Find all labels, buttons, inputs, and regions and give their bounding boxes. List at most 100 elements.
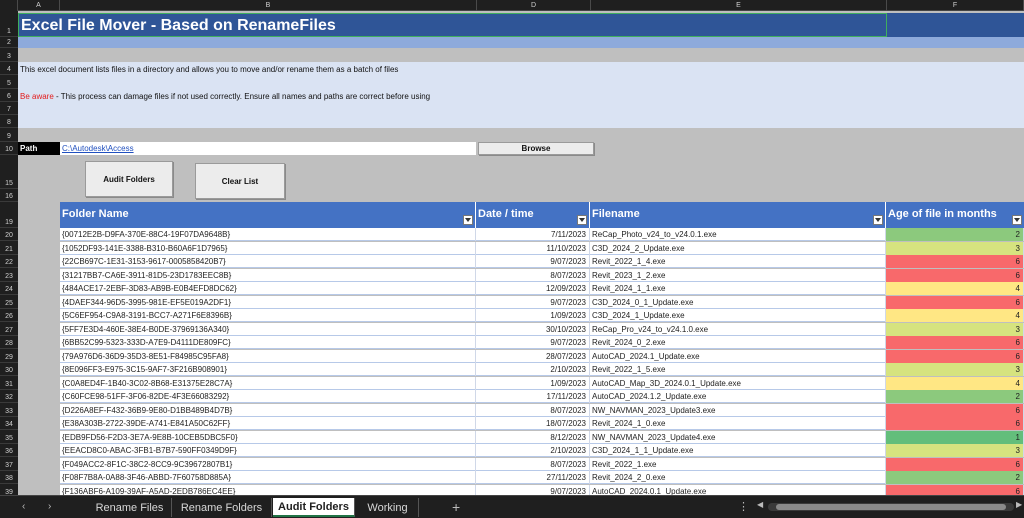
folder-name-cell[interactable]: {1052DF93-141E-3388-B310-B60A6F1D7965} [60,241,476,255]
tab-audit-folders[interactable]: Audit Folders [273,498,355,517]
folder-name-cell[interactable]: {00712E2B-D9FA-370E-88C4-19F07DA9648B} [60,228,476,241]
row-header[interactable]: 35 [0,431,18,444]
row-header[interactable]: 22 [0,255,18,268]
age-cell[interactable]: 3 [886,363,1024,376]
more-vertical-icon[interactable]: ⋮ [738,500,749,513]
tab-working[interactable]: Working [357,498,419,517]
folder-name-cell[interactable]: {6BB52C99-5323-333D-A7E9-D4111DE809FC} [60,336,476,349]
filter-dropdown-icon[interactable] [1012,215,1022,225]
column-header-a[interactable]: A [18,0,60,11]
filename-cell[interactable]: Revit_2024_0_2.exe [590,336,886,349]
row-header[interactable]: 32 [0,390,18,403]
column-header-f[interactable]: F [887,0,1024,11]
filename-cell[interactable]: AutoCAD_2024.1.2_Update.exe [590,390,886,403]
age-cell[interactable]: 1 [886,430,1024,444]
table-row[interactable]: {22CB697C-1E31-3153-9617-0005858420B7} 9/… [60,255,1024,268]
filename-cell[interactable]: Revit_2022_1_4.exe [590,255,886,268]
select-all-corner[interactable] [0,0,18,11]
filename-cell[interactable]: AutoCAD_2024.1_Update.exe [590,349,886,363]
filename-cell[interactable]: Revit_2023_1_2.exe [590,268,886,282]
row-header[interactable]: 25 [0,296,18,309]
folder-name-cell[interactable]: {5FF7E3D4-460E-38E4-B0DE-37969136A340} [60,322,476,336]
scroll-right-icon[interactable]: ▶ [1016,500,1022,509]
scroll-left-icon[interactable]: ◀ [757,500,763,509]
tab-rename-files[interactable]: Rename Files [88,498,172,517]
table-row[interactable]: {31217BB7-CA6E-3911-81D5-23D1783EEC8B} 8/… [60,268,1024,282]
table-row[interactable]: {E38A303B-2722-39DE-A741-E841A50C62FF} 18… [60,417,1024,430]
chevron-left-icon[interactable]: ‹ [22,501,25,512]
row-header[interactable]: 33 [0,404,18,417]
age-cell[interactable]: 2 [886,390,1024,403]
date-time-cell[interactable]: 9/07/2023 [476,255,590,268]
table-row[interactable]: {5FF7E3D4-460E-38E4-B0DE-37969136A340} 30… [60,322,1024,336]
row-header[interactable]: 16 [0,189,18,202]
age-cell[interactable]: 4 [886,376,1024,390]
row-header[interactable]: 4 [0,62,18,75]
filename-cell[interactable]: ReCap_Photo_v24_to_v24.0.1.exe [590,228,886,241]
date-time-cell[interactable]: 2/10/2023 [476,444,590,457]
age-cell[interactable]: 6 [886,336,1024,349]
date-time-cell[interactable]: 7/11/2023 [476,228,590,241]
row-header[interactable]: 6 [0,89,18,102]
table-row[interactable]: {F136ABF6-A109-39AF-A5AD-2EDB786EC4EE} 9/… [60,484,1024,495]
folder-name-cell[interactable]: {5C6EF954-C9A8-3191-BCC7-A271F6E8396B} [60,309,476,322]
age-cell[interactable]: 2 [886,228,1024,241]
age-cell[interactable]: 3 [886,322,1024,336]
chevron-right-icon[interactable]: › [48,501,51,512]
row-header[interactable]: 19 [0,202,18,228]
age-cell[interactable]: 6 [886,417,1024,430]
table-row[interactable]: {1052DF93-141E-3388-B310-B60A6F1D7965} 11… [60,241,1024,255]
filename-cell[interactable]: C3D_2024_0_1_Update.exe [590,295,886,309]
date-time-cell[interactable]: 27/11/2023 [476,471,590,484]
date-time-cell[interactable]: 17/11/2023 [476,390,590,403]
date-time-cell[interactable]: 8/07/2023 [476,457,590,471]
row-header[interactable]: 26 [0,309,18,322]
table-row[interactable]: {F08F7B8A-0A88-3F46-ABBD-7F60758D885A} 27… [60,471,1024,484]
scrollbar-thumb[interactable] [776,504,1006,510]
table-row[interactable]: {484ACE17-2EBF-3D83-AB9B-E0B4EFD8DC62} 12… [60,282,1024,295]
row-header[interactable]: 31 [0,377,18,390]
row-header[interactable]: 20 [0,228,18,241]
age-cell[interactable]: 3 [886,241,1024,255]
column-header-e[interactable]: E [591,0,887,11]
row-header[interactable]: 29 [0,350,18,363]
date-time-cell[interactable]: 8/12/2023 [476,430,590,444]
age-cell[interactable]: 6 [886,255,1024,268]
row-header[interactable]: 37 [0,458,18,471]
date-time-cell[interactable]: 9/07/2023 [476,484,590,495]
filename-cell[interactable]: Revit_2024_2_0.exe [590,471,886,484]
clear-list-button[interactable]: Clear List [195,163,285,199]
filename-cell[interactable]: Revit_2024_1_1.exe [590,282,886,295]
date-time-cell[interactable]: 8/07/2023 [476,268,590,282]
filename-cell[interactable]: Revit_2022_1.exe [590,457,886,471]
table-row[interactable]: {79A976D6-36D9-35D3-8E51-F84985C95FA8} 28… [60,349,1024,363]
age-cell[interactable]: 4 [886,282,1024,295]
table-row[interactable]: {4DAEF344-96D5-3995-981E-EF5E019A2DF1} 9/… [60,295,1024,309]
plus-icon[interactable]: + [452,499,460,515]
folder-name-cell[interactable]: {C0A8ED4F-1B40-3C02-8B68-E31375E28C7A} [60,376,476,390]
row-header[interactable]: 24 [0,282,18,295]
horizontal-scrollbar[interactable] [768,503,1014,511]
table-row[interactable]: {8E096FF3-E975-3C15-9AF7-3F216B908901} 2/… [60,363,1024,376]
row-header[interactable]: 2 [0,37,18,48]
date-time-cell[interactable]: 1/09/2023 [476,376,590,390]
date-time-cell[interactable]: 28/07/2023 [476,349,590,363]
age-cell[interactable]: 4 [886,309,1024,322]
folder-name-cell[interactable]: {8E096FF3-E975-3C15-9AF7-3F216B908901} [60,363,476,376]
folder-name-cell[interactable]: {EEACD8C0-ABAC-3FB1-B7B7-590FF0349D9F} [60,444,476,457]
folder-name-cell[interactable]: {E38A303B-2722-39DE-A741-E841A50C62FF} [60,417,476,430]
date-time-cell[interactable]: 9/07/2023 [476,295,590,309]
sheet-title[interactable]: Excel File Mover - Based on RenameFiles [18,13,887,37]
browse-button[interactable]: Browse [478,142,594,155]
date-time-cell[interactable]: 9/07/2023 [476,336,590,349]
folder-name-cell[interactable]: {F136ABF6-A109-39AF-A5AD-2EDB786EC4EE} [60,484,476,495]
date-time-cell[interactable]: 11/10/2023 [476,241,590,255]
date-time-cell[interactable]: 12/09/2023 [476,282,590,295]
filename-cell[interactable]: NW_NAVMAN_2023_Update3.exe [590,403,886,417]
row-header[interactable]: 8 [0,115,18,128]
filename-cell[interactable]: Revit_2022_1_5.exe [590,363,886,376]
table-row[interactable]: {EDB9FD56-F2D3-3E7A-9E8B-10CEB5DBC5F0} 8/… [60,430,1024,444]
date-time-cell[interactable]: 8/07/2023 [476,403,590,417]
row-header[interactable]: 7 [0,102,18,115]
folder-name-cell[interactable]: {79A976D6-36D9-35D3-8E51-F84985C95FA8} [60,349,476,363]
